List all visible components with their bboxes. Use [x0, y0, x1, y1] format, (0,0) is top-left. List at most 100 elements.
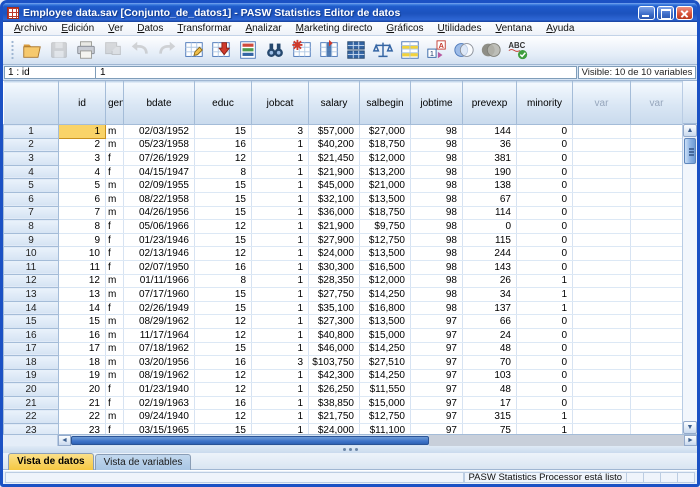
cell-salary-row19[interactable]: $42,300: [309, 369, 360, 383]
cell-jobtime-row13[interactable]: 98: [411, 288, 463, 302]
cell-var2-row8[interactable]: [631, 220, 683, 234]
minimize-button[interactable]: [638, 6, 655, 20]
cell-bdate-row9[interactable]: 01/23/1946: [124, 233, 195, 247]
row-number[interactable]: 22: [4, 410, 59, 424]
cell-id-row20[interactable]: 20: [59, 383, 106, 397]
cell-jobcat-row5[interactable]: 1: [252, 179, 309, 193]
cell-minority-row10[interactable]: 0: [517, 247, 573, 261]
vertical-scroll-track[interactable]: [683, 165, 697, 421]
cell-minority-row19[interactable]: 0: [517, 369, 573, 383]
cell-minority-row18[interactable]: 0: [517, 356, 573, 370]
cell-bdate-row12[interactable]: 01/11/1966: [124, 274, 195, 288]
cell-var2-row14[interactable]: [631, 301, 683, 315]
column-header-var2[interactable]: var: [631, 82, 683, 125]
column-header-id[interactable]: id: [59, 82, 106, 125]
cell-jobtime-row19[interactable]: 97: [411, 369, 463, 383]
cell-var1-row3[interactable]: [573, 152, 631, 166]
cell-var1-row15[interactable]: [573, 315, 631, 329]
menu-transformar[interactable]: Transformar: [170, 23, 238, 34]
cell-var1-row22[interactable]: [573, 410, 631, 424]
cell-id-row21[interactable]: 21: [59, 396, 106, 410]
cell-bdate-row23[interactable]: 03/15/1965: [124, 424, 195, 434]
row-number[interactable]: 17: [4, 342, 59, 356]
cell-prevexp-row7[interactable]: 114: [463, 206, 517, 220]
cell-var2-row12[interactable]: [631, 274, 683, 288]
row-number[interactable]: 4: [4, 165, 59, 179]
column-header-minority[interactable]: minority: [517, 82, 573, 125]
cell-salbegin-row3[interactable]: $12,000: [360, 152, 411, 166]
cell-minority-row6[interactable]: 0: [517, 192, 573, 206]
cell-salary-row4[interactable]: $21,900: [309, 165, 360, 179]
cell-gender-row9[interactable]: f: [106, 233, 124, 247]
cell-id-row9[interactable]: 9: [59, 233, 106, 247]
cell-educ-row18[interactable]: 16: [195, 356, 252, 370]
cell-var1-row13[interactable]: [573, 288, 631, 302]
cell-jobcat-row16[interactable]: 1: [252, 328, 309, 342]
cell-educ-row12[interactable]: 8: [195, 274, 252, 288]
cell-var2-row1[interactable]: [631, 125, 683, 139]
insert-cases-button[interactable]: [289, 37, 315, 63]
cell-minority-row21[interactable]: 0: [517, 396, 573, 410]
cell-salbegin-row6[interactable]: $13,500: [360, 192, 411, 206]
cell-educ-row23[interactable]: 15: [195, 424, 252, 434]
cell-jobcat-row6[interactable]: 1: [252, 192, 309, 206]
cell-bdate-row1[interactable]: 02/03/1952: [124, 125, 195, 139]
cell-bdate-row21[interactable]: 02/19/1963: [124, 396, 195, 410]
cell-gender-row23[interactable]: f: [106, 424, 124, 434]
scroll-right-icon[interactable]: ►: [684, 435, 697, 446]
cell-salary-row21[interactable]: $38,850: [309, 396, 360, 410]
cell-salary-row7[interactable]: $36,000: [309, 206, 360, 220]
cell-educ-row19[interactable]: 12: [195, 369, 252, 383]
column-header-var1[interactable]: var: [573, 82, 631, 125]
cell-educ-row5[interactable]: 15: [195, 179, 252, 193]
cell-jobcat-row20[interactable]: 1: [252, 383, 309, 397]
cell-id-row19[interactable]: 19: [59, 369, 106, 383]
cell-gender-row1[interactable]: m: [106, 125, 124, 139]
cell-educ-row3[interactable]: 12: [195, 152, 252, 166]
row-number[interactable]: 20: [4, 383, 59, 397]
column-header-salary[interactable]: salary: [309, 82, 360, 125]
row-number[interactable]: 23: [4, 424, 59, 434]
cell-id-row2[interactable]: 2: [59, 138, 106, 152]
cell-prevexp-row4[interactable]: 190: [463, 165, 517, 179]
cell-educ-row1[interactable]: 15: [195, 125, 252, 139]
cell-prevexp-row20[interactable]: 48: [463, 383, 517, 397]
cell-gender-row8[interactable]: f: [106, 220, 124, 234]
cell-bdate-row2[interactable]: 05/23/1958: [124, 138, 195, 152]
cell-minority-row23[interactable]: 1: [517, 424, 573, 434]
cell-var1-row19[interactable]: [573, 369, 631, 383]
cell-jobtime-row11[interactable]: 98: [411, 260, 463, 274]
cell-minority-row3[interactable]: 0: [517, 152, 573, 166]
cell-jobtime-row7[interactable]: 98: [411, 206, 463, 220]
cell-jobtime-row15[interactable]: 97: [411, 315, 463, 329]
cell-gender-row10[interactable]: f: [106, 247, 124, 261]
cell-salary-row14[interactable]: $35,100: [309, 301, 360, 315]
cell-bdate-row22[interactable]: 09/24/1940: [124, 410, 195, 424]
cell-prevexp-row2[interactable]: 36: [463, 138, 517, 152]
cell-id-row18[interactable]: 18: [59, 356, 106, 370]
cell-prevexp-row18[interactable]: 70: [463, 356, 517, 370]
cell-jobtime-row6[interactable]: 98: [411, 192, 463, 206]
cell-id-row17[interactable]: 17: [59, 342, 106, 356]
cell-salary-row6[interactable]: $32,100: [309, 192, 360, 206]
cell-prevexp-row19[interactable]: 103: [463, 369, 517, 383]
row-number[interactable]: 6: [4, 192, 59, 206]
cell-salbegin-row18[interactable]: $27,510: [360, 356, 411, 370]
column-header-gender[interactable]: gender: [106, 82, 124, 125]
cell-bdate-row17[interactable]: 07/18/1962: [124, 342, 195, 356]
cell-educ-row11[interactable]: 16: [195, 260, 252, 274]
cell-gender-row21[interactable]: f: [106, 396, 124, 410]
cell-jobcat-row18[interactable]: 3: [252, 356, 309, 370]
cell-var1-row16[interactable]: [573, 328, 631, 342]
row-number[interactable]: 7: [4, 206, 59, 220]
cell-jobcat-row22[interactable]: 1: [252, 410, 309, 424]
cell-prevexp-row13[interactable]: 34: [463, 288, 517, 302]
cell-id-row5[interactable]: 5: [59, 179, 106, 193]
select-cases-button[interactable]: [397, 37, 423, 63]
cell-jobtime-row2[interactable]: 98: [411, 138, 463, 152]
row-number[interactable]: 1: [4, 125, 59, 139]
cell-var2-row23[interactable]: [631, 424, 683, 434]
cell-salary-row2[interactable]: $40,200: [309, 138, 360, 152]
show-all-variables-button[interactable]: [478, 37, 504, 63]
cell-jobcat-row7[interactable]: 1: [252, 206, 309, 220]
